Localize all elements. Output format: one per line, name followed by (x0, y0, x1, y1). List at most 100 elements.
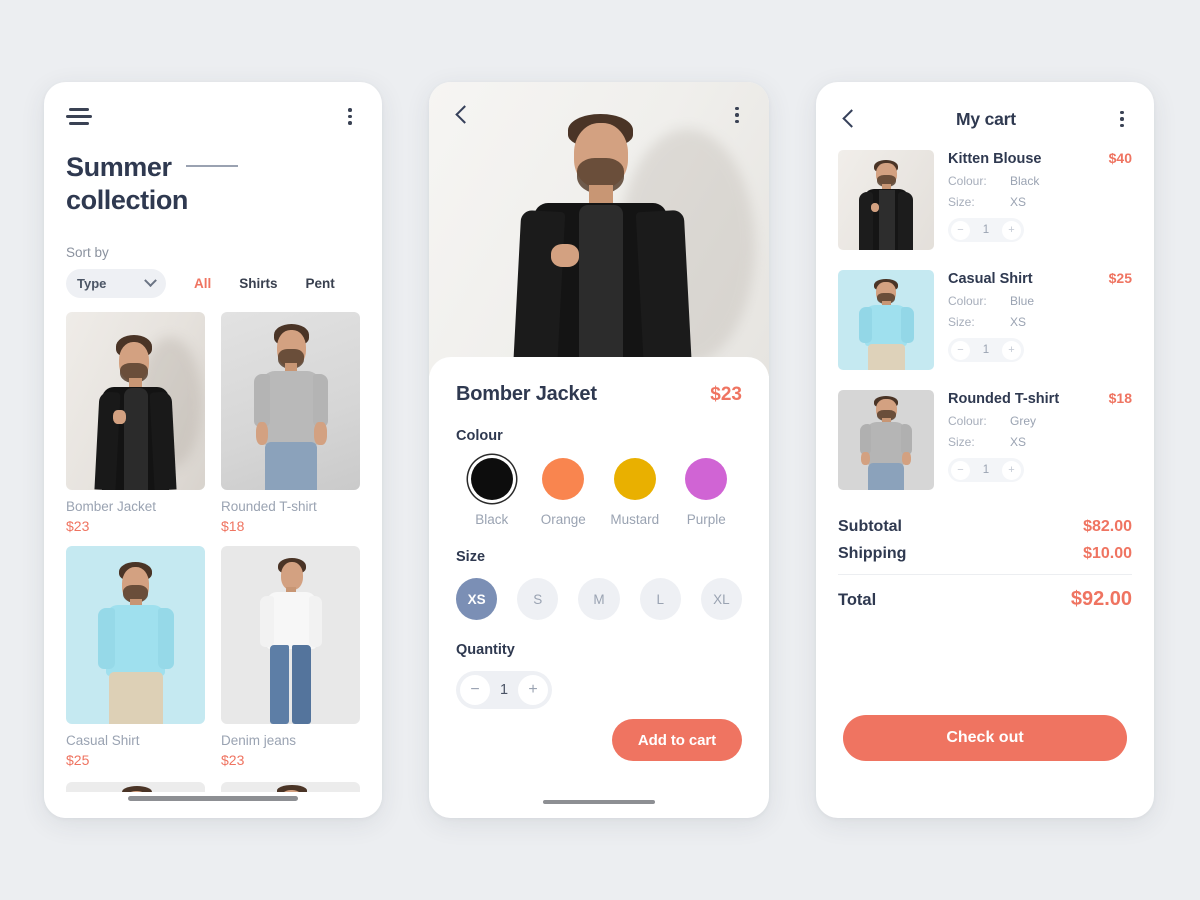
cart-item-quantity-stepper: − 1 + (948, 218, 1024, 242)
size-option-xl[interactable]: XL (700, 578, 743, 620)
screen: Summer collection Sort by Type All Shirt… (0, 0, 1200, 900)
cart-item-quantity-stepper: − 1 + (948, 338, 1024, 362)
cart-item-thumbnail[interactable] (838, 390, 934, 490)
total-value: $92.00 (1070, 588, 1132, 610)
cart-item-thumbnail[interactable] (838, 270, 934, 370)
colour-name: Black (475, 512, 509, 527)
size-option-xs[interactable]: XS (456, 578, 498, 620)
product-grid: Bomber Jacket $23 Rounded T-shirt $18 Ca… (44, 298, 382, 818)
summary-row-subtotal: Subtotal $82.00 (838, 518, 1132, 536)
hamburger-icon[interactable] (66, 108, 92, 125)
colour-option-orange[interactable]: Orange (528, 458, 600, 527)
product-image (66, 545, 205, 724)
quantity-increment-button[interactable]: + (1002, 340, 1021, 360)
quantity-decrement-button[interactable]: − (951, 220, 970, 240)
summary-label: Shipping (838, 545, 907, 562)
home-indicator (543, 799, 655, 804)
quantity-value: 1 (982, 344, 990, 356)
cart-item-name: Kitten Blouse (948, 151, 1042, 167)
type-select-value: Type (77, 275, 107, 291)
product-card[interactable]: Rounded T-shirt $18 (221, 311, 360, 534)
cart-item-name: Casual Shirt (948, 271, 1033, 287)
page-title-line1: Summer (66, 151, 172, 182)
cart-header: My cart (816, 82, 1154, 130)
quantity-decrement-button[interactable]: − (951, 340, 970, 360)
size-option-m[interactable]: M (578, 578, 620, 620)
quantity-value: 1 (982, 224, 990, 236)
cart-item-colour: Colour: Grey (948, 414, 1132, 428)
quantity-increment-button[interactable]: + (517, 675, 548, 705)
quantity-increment-button[interactable]: + (1002, 220, 1021, 240)
size-label: Size: (948, 195, 975, 209)
size-value: XS (1010, 435, 1027, 449)
add-to-cart-button[interactable]: Add to cart (611, 719, 742, 761)
summary-divider (838, 574, 1132, 575)
sort-by-label: Sort by (66, 244, 109, 260)
cart-summary: Subtotal $82.00 Shipping $10.00 Total $9… (816, 510, 1154, 611)
page-title-line2: collection (66, 184, 189, 215)
filter-tab-shirts[interactable]: Shirts (239, 276, 277, 291)
more-vertical-icon[interactable] (727, 106, 747, 124)
filter-row: Type All Shirts Pent (66, 268, 382, 298)
product-price: $18 (221, 517, 245, 534)
cart-items: Kitten Blouse $40 Colour: Black Size: XS… (816, 130, 1154, 490)
cart-item-size: Size: XS (948, 195, 1132, 209)
summary-value: $10.00 (1083, 545, 1132, 562)
title-rule (185, 164, 238, 167)
product-price: $23 (66, 517, 90, 534)
page-title: Summer collection (66, 151, 276, 217)
product-price: $23 (221, 751, 245, 768)
more-vertical-icon[interactable] (340, 108, 360, 125)
quantity-stepper: − 1 + (456, 671, 552, 709)
size-label: Size: (948, 435, 975, 449)
size-value: XS (1010, 315, 1027, 329)
type-select[interactable]: Type (66, 268, 166, 298)
colour-option-mustard[interactable]: Mustard (599, 458, 671, 527)
product-name: Bomber Jacket (456, 383, 597, 405)
more-vertical-icon[interactable] (1112, 110, 1132, 128)
size-label: Size (456, 549, 486, 565)
product-price: $25 (66, 751, 90, 768)
product-card[interactable]: Casual Shirt $25 (66, 545, 205, 768)
checkout-button[interactable]: Check out (843, 715, 1127, 761)
quantity-value: 1 (499, 682, 509, 698)
colour-option-black[interactable]: Black (456, 458, 528, 527)
product-image (66, 311, 205, 490)
product-name: Bomber Jacket (66, 498, 157, 514)
size-option-s[interactable]: S (517, 578, 559, 620)
product-image (221, 545, 360, 724)
cart-item: Rounded T-shirt $18 Colour: Grey Size: X… (838, 390, 1132, 490)
back-button[interactable] (838, 108, 860, 130)
cart-item-colour: Colour: Black (948, 174, 1132, 188)
cart-item-price: $40 (1108, 150, 1132, 166)
summary-row-shipping: Shipping $10.00 (838, 545, 1132, 563)
quantity-decrement-button[interactable]: − (951, 460, 970, 480)
colour-option-purple[interactable]: Purple (671, 458, 743, 527)
cart-item-quantity-stepper: − 1 + (948, 458, 1024, 482)
quantity-decrement-button[interactable]: − (460, 675, 490, 705)
size-options: XS S M L XL (456, 578, 743, 620)
detail-header: Bomber Jacket $23 (456, 383, 742, 406)
scroll-indicator[interactable] (128, 796, 298, 801)
cart-item-size: Size: XS (948, 435, 1132, 449)
colour-options: Black Orange Mustard Purple (456, 458, 742, 527)
product-card[interactable]: Bomber Jacket $23 (66, 311, 205, 534)
total-label: Total (838, 591, 877, 609)
product-name: Rounded T-shirt (221, 498, 317, 514)
colour-label: Colour: (948, 294, 987, 308)
quantity-increment-button[interactable]: + (1002, 460, 1021, 480)
summary-row-total: Total $92.00 (838, 588, 1132, 611)
summary-value: $82.00 (1083, 518, 1132, 535)
colour-label: Colour: (948, 174, 987, 188)
colour-swatch (470, 458, 513, 500)
filter-tab-pent[interactable]: Pent (306, 276, 335, 291)
product-image (221, 311, 360, 490)
catalog-screen: Summer collection Sort by Type All Shirt… (44, 82, 382, 818)
cart-item-thumbnail[interactable] (838, 150, 934, 250)
size-option-l[interactable]: L (639, 578, 681, 620)
back-button[interactable] (451, 104, 473, 126)
filter-tab-all[interactable]: All (194, 276, 211, 291)
colour-name: Orange (540, 512, 586, 527)
chevron-down-icon (144, 274, 157, 287)
product-card[interactable]: Denim jeans $23 (221, 545, 360, 768)
